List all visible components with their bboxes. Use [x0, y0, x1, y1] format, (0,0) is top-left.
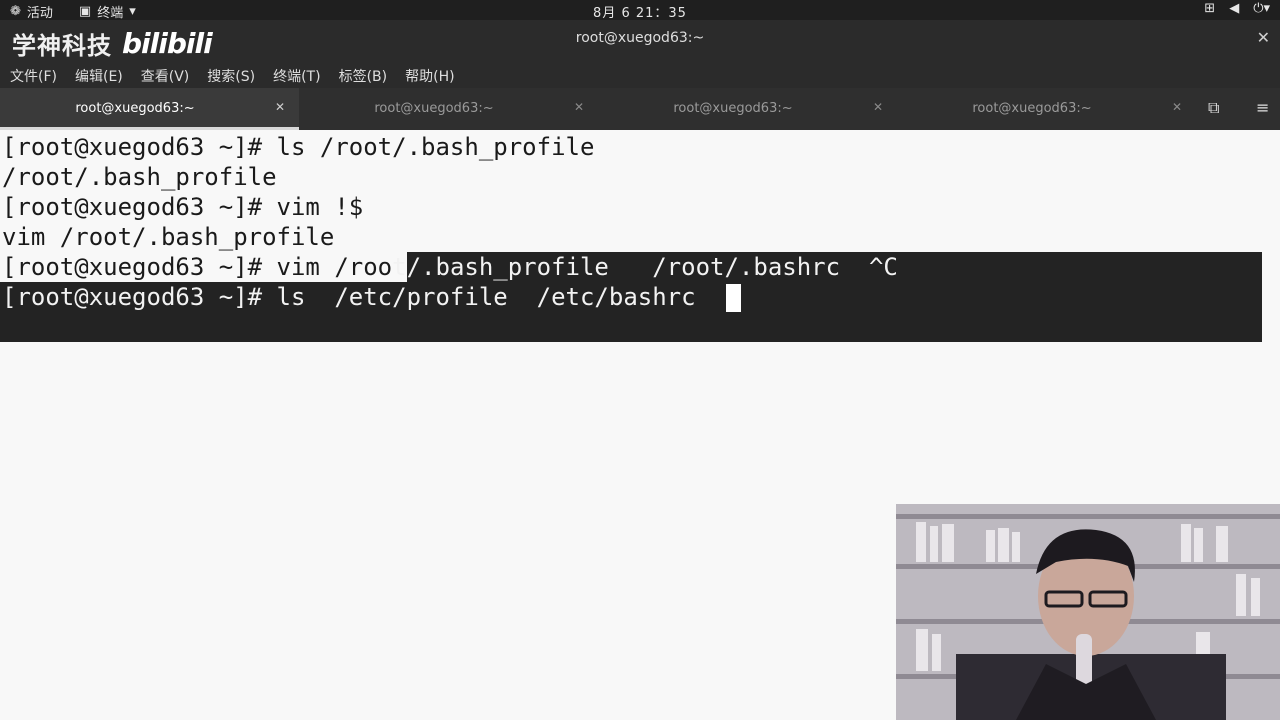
volume-icon[interactable]: ◀: [1229, 1, 1239, 16]
current-command: [root@xuegod63 ~]# ls /etc/profile /etc/…: [2, 283, 725, 311]
terminal-line: [root@xuegod63 ~]# vim /root/.bash_profi…: [2, 252, 898, 282]
tab-label: root@xuegod63:~: [673, 101, 793, 116]
hamburger-menu-icon[interactable]: ≡: [1256, 98, 1269, 117]
tab-bar: root@xuegod63:~ ✕ root@xuegod63:~ ✕ root…: [0, 88, 1280, 130]
network-icon[interactable]: ⊞: [1204, 1, 1215, 16]
close-icon[interactable]: ✕: [574, 100, 584, 114]
clock[interactable]: 8月 6 21：35: [0, 2, 1280, 21]
power-icon[interactable]: ⏻▾: [1253, 1, 1270, 16]
close-icon[interactable]: ✕: [873, 100, 883, 114]
terminal-input-line: [root@xuegod63 ~]# ls /etc/profile /etc/…: [2, 282, 742, 312]
text-cursor: [726, 284, 742, 312]
tab-2[interactable]: root@xuegod63:~ ✕: [299, 88, 598, 130]
menu-search[interactable]: 搜索(S): [207, 66, 255, 86]
terminal-line: vim /root/.bash_profile: [2, 223, 335, 251]
line-prefix: [root@xuegod63 ~]# vim /roo: [2, 253, 393, 281]
tab-1[interactable]: root@xuegod63:~ ✕: [0, 88, 299, 130]
menu-edit[interactable]: 编辑(E): [75, 66, 123, 86]
close-icon[interactable]: ✕: [1257, 28, 1270, 47]
selected-text: t/.bash_profile /root/.bashrc ^C: [392, 253, 898, 281]
menu-file[interactable]: 文件(F): [10, 66, 57, 86]
menu-view[interactable]: 查看(V): [141, 66, 190, 86]
close-icon[interactable]: ✕: [1172, 100, 1182, 114]
close-icon[interactable]: ✕: [275, 100, 285, 114]
webcam-overlay: [896, 504, 1280, 720]
tab-label: root@xuegod63:~: [972, 101, 1092, 116]
terminal-line: [root@xuegod63 ~]# ls /root/.bash_profil…: [2, 133, 595, 161]
terminal-line: [root@xuegod63 ~]# vim !$: [2, 193, 364, 221]
menu-bar: 文件(F) 编辑(E) 查看(V) 搜索(S) 终端(T) 标签(B) 帮助(H…: [0, 64, 1280, 88]
new-tab-icon[interactable]: ⧉: [1208, 98, 1219, 118]
presenter-video: [896, 504, 1280, 720]
menu-help[interactable]: 帮助(H): [405, 66, 454, 86]
menu-terminal[interactable]: 终端(T): [273, 66, 320, 86]
window-title-bar[interactable]: 学神科技 bilibili root@xuegod63:~ ✕: [0, 20, 1280, 64]
tab-label: root@xuegod63:~: [374, 101, 494, 116]
tab-label: root@xuegod63:~: [75, 101, 195, 116]
menu-tabs[interactable]: 标签(B): [339, 66, 388, 86]
system-top-bar: ❁ 活动 ▣ 终端 ▾ 8月 6 21：35 ⊞ ◀ ⏻▾: [0, 0, 1280, 21]
terminal-line: /root/.bash_profile: [2, 163, 277, 191]
tab-3[interactable]: root@xuegod63:~ ✕: [598, 88, 897, 130]
tab-4[interactable]: root@xuegod63:~ ✕: [897, 88, 1196, 130]
window-title: root@xuegod63:~: [575, 30, 705, 46]
